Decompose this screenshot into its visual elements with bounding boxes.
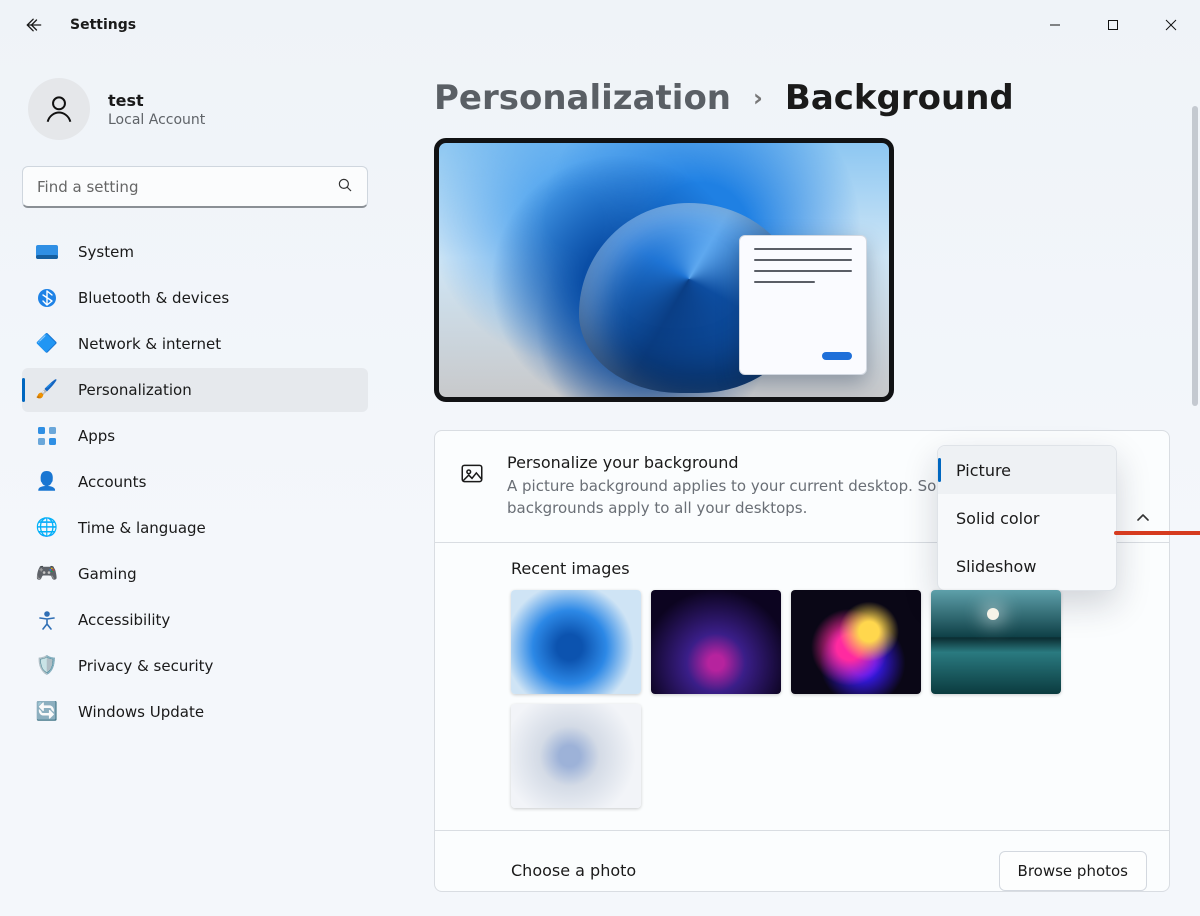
close-button[interactable] (1142, 0, 1200, 50)
recent-image-thumb[interactable] (931, 590, 1061, 694)
sidebar-item-label: Windows Update (78, 703, 204, 721)
search-box[interactable] (22, 166, 368, 208)
choose-photo-label: Choose a photo (511, 861, 636, 880)
privacy-icon: 🛡️ (36, 655, 58, 677)
main-panel: Personalization › Background Personalize… (390, 50, 1200, 916)
sidebar-item-accounts[interactable]: 👤 Accounts (22, 460, 368, 504)
sidebar-item-label: Network & internet (78, 335, 221, 353)
recent-image-thumb[interactable] (651, 590, 781, 694)
sidebar-item-network[interactable]: 🔷 Network & internet (22, 322, 368, 366)
page-scrollbar[interactable] (1192, 106, 1198, 406)
accounts-icon: 👤 (36, 471, 58, 493)
search-input[interactable] (22, 166, 368, 208)
sidebar-item-label: Time & language (78, 519, 206, 537)
sidebar-item-label: Gaming (78, 565, 137, 583)
sidebar-item-label: Privacy & security (78, 657, 213, 675)
recent-image-thumb[interactable] (511, 704, 641, 808)
recent-image-thumb[interactable] (511, 590, 641, 694)
minimize-button[interactable] (1026, 0, 1084, 50)
picture-icon (457, 459, 487, 489)
choose-photo-row: Choose a photo Browse photos (435, 831, 1169, 891)
accessibility-icon (36, 609, 58, 631)
sidebar-nav: System Bluetooth & devices 🔷 Network & i… (22, 230, 368, 734)
bluetooth-icon (36, 287, 58, 309)
personalize-background-row: Personalize your background A picture ba… (435, 431, 1169, 542)
back-button[interactable] (22, 13, 46, 37)
dropdown-menu: Picture Solid color Slideshow (937, 445, 1117, 591)
system-icon (36, 241, 58, 263)
sidebar-item-personalization[interactable]: 🖌️ Personalization (22, 368, 368, 412)
background-card: Personalize your background A picture ba… (434, 430, 1170, 892)
sidebar-item-label: Apps (78, 427, 115, 445)
sidebar: test Local Account System Bluetooth & de… (0, 50, 390, 916)
gaming-icon: 🎮 (36, 563, 58, 585)
sidebar-item-time[interactable]: 🌐 Time & language (22, 506, 368, 550)
recent-images-grid (511, 590, 1147, 808)
recent-image-thumb[interactable] (791, 590, 921, 694)
window-controls (1026, 0, 1200, 50)
desktop-preview (434, 138, 894, 402)
sidebar-item-gaming[interactable]: 🎮 Gaming (22, 552, 368, 596)
user-subtitle: Local Account (108, 112, 205, 128)
user-avatar-icon (28, 78, 90, 140)
sidebar-item-update[interactable]: 🔄 Windows Update (22, 690, 368, 734)
update-icon: 🔄 (36, 701, 58, 723)
breadcrumb-parent[interactable]: Personalization (434, 78, 731, 118)
sidebar-item-apps[interactable]: Apps (22, 414, 368, 458)
dropdown-option-solid-color[interactable]: Solid color (938, 494, 1116, 542)
titlebar: Settings (0, 0, 1200, 50)
sidebar-item-label: System (78, 243, 134, 261)
time-icon: 🌐 (36, 517, 58, 539)
network-icon: 🔷 (36, 333, 58, 355)
sidebar-item-label: Accounts (78, 473, 146, 491)
app-title: Settings (70, 17, 136, 33)
breadcrumb: Personalization › Background (434, 78, 1170, 118)
user-block[interactable]: test Local Account (28, 78, 368, 140)
chevron-up-icon (1135, 510, 1151, 530)
window-preview-icon (739, 235, 867, 375)
user-name: test (108, 91, 205, 110)
sidebar-item-privacy[interactable]: 🛡️ Privacy & security (22, 644, 368, 688)
sidebar-item-bluetooth[interactable]: Bluetooth & devices (22, 276, 368, 320)
apps-icon (36, 425, 58, 447)
chevron-right-icon: › (753, 84, 763, 112)
sidebar-item-accessibility[interactable]: Accessibility (22, 598, 368, 642)
breadcrumb-current: Background (785, 78, 1014, 118)
sidebar-item-label: Personalization (78, 381, 192, 399)
browse-photos-button[interactable]: Browse photos (999, 851, 1147, 891)
dropdown-option-picture[interactable]: Picture (938, 446, 1116, 494)
sidebar-item-label: Accessibility (78, 611, 170, 629)
maximize-button[interactable] (1084, 0, 1142, 50)
personalize-icon: 🖌️ (36, 379, 58, 401)
sidebar-item-system[interactable]: System (22, 230, 368, 274)
background-type-dropdown[interactable]: Picture Solid color Slideshow (937, 445, 1151, 591)
dropdown-option-slideshow[interactable]: Slideshow (938, 542, 1116, 590)
search-icon (336, 176, 354, 198)
sidebar-item-label: Bluetooth & devices (78, 289, 229, 307)
